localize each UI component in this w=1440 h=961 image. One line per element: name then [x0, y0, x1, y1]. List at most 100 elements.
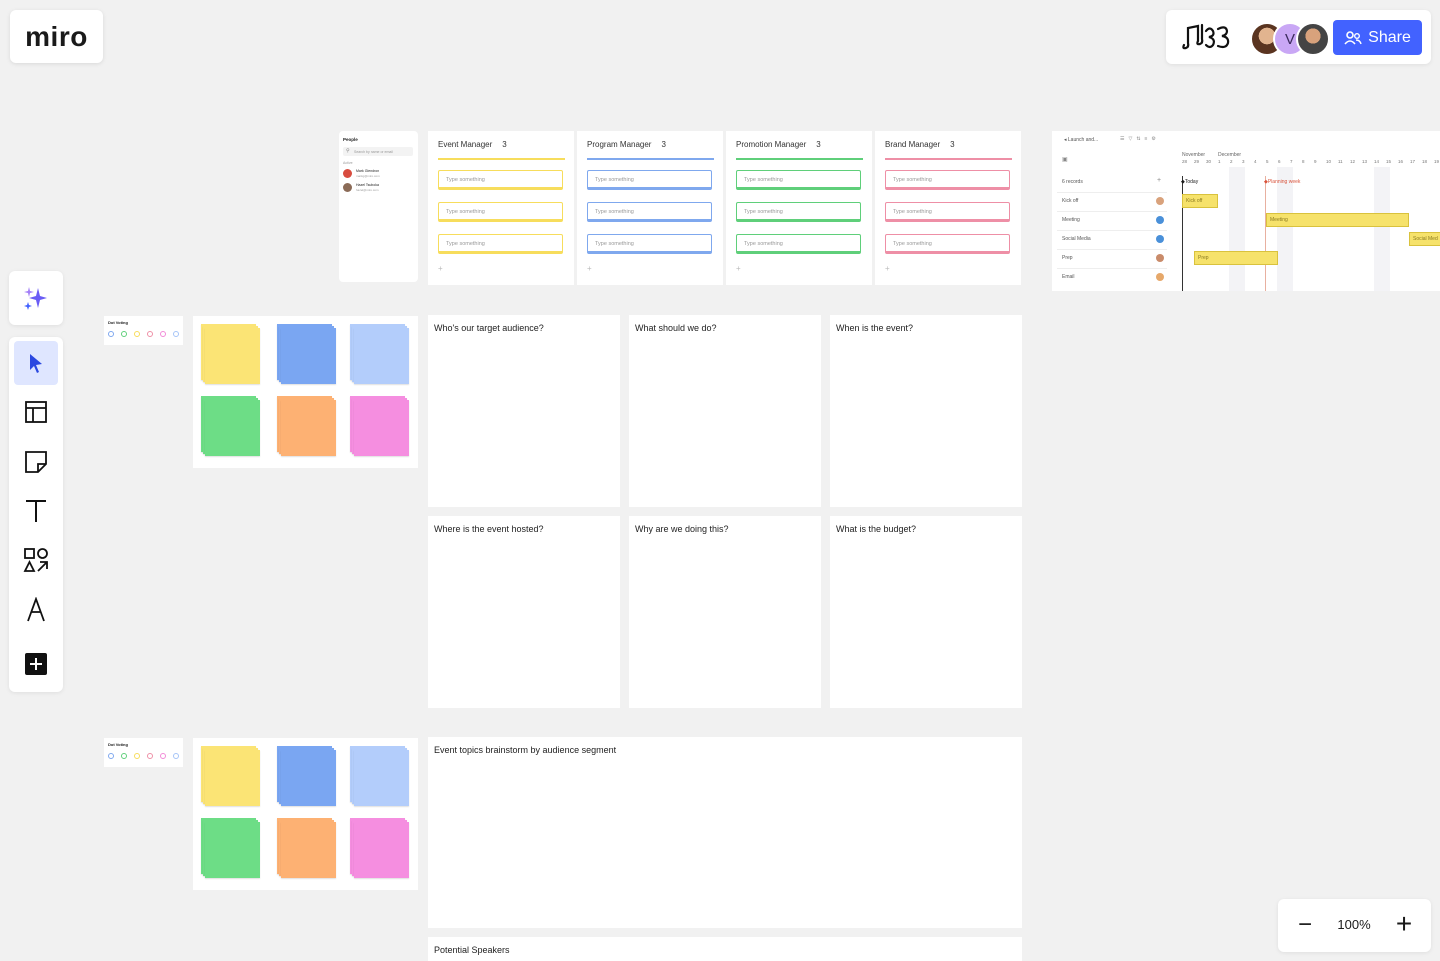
vote-dot[interactable] [173, 331, 179, 337]
sticky-stack[interactable] [201, 818, 261, 880]
timeline-row-label[interactable]: Meeting [1062, 217, 1166, 223]
person-row[interactable]: Hazel Tsuboka hazel@miro.com [343, 182, 415, 194]
vote-dot[interactable] [121, 753, 127, 759]
pen-icon[interactable] [14, 588, 58, 632]
kanban-column[interactable]: Brand Manager 3 Type something Type somethi… [875, 131, 1021, 285]
vote-dot[interactable] [160, 331, 166, 337]
zoom-out-button[interactable]: − [1294, 911, 1316, 939]
question-frame[interactable]: Who's our target audience? [428, 315, 620, 507]
day-label: 8 [1302, 159, 1305, 164]
kanban-column[interactable]: Event Manager 3 Type something Type somethi… [428, 131, 574, 285]
avatar-3[interactable] [1296, 22, 1330, 56]
zoom-level[interactable]: 100% [1334, 917, 1374, 932]
sticky-note-icon[interactable] [14, 440, 58, 484]
day-label: 18 [1422, 159, 1428, 164]
column-count: 3 [502, 140, 507, 149]
select-tool-icon[interactable] [14, 341, 58, 385]
kanban-column[interactable]: Promotion Manager 3 Type something Type som… [726, 131, 872, 285]
sticky-stack[interactable] [277, 324, 337, 386]
shapes-icon[interactable] [14, 538, 58, 582]
kanban-card[interactable]: Type something [885, 234, 1010, 254]
add-card-button[interactable]: + [885, 264, 890, 273]
timeline-bar[interactable]: Prep [1194, 251, 1278, 265]
vote-dot[interactable] [147, 331, 153, 337]
timeline-row-label[interactable]: Prep [1062, 255, 1166, 261]
kanban-column[interactable]: Program Manager 3 Type something Type somet… [577, 131, 723, 285]
share-button[interactable]: Share [1333, 20, 1422, 55]
day-label: 17 [1410, 159, 1416, 164]
kanban-card[interactable]: Type something [587, 202, 712, 222]
question-frame[interactable]: When is the event? [830, 315, 1022, 507]
question-frame[interactable]: Where is the event hosted? [428, 516, 620, 708]
templates-icon[interactable] [14, 390, 58, 434]
vote-dot[interactable] [134, 753, 140, 759]
add-more-icon[interactable] [14, 642, 58, 686]
kanban-card[interactable]: Type something [736, 202, 861, 222]
timeline-bar[interactable]: Social Med [1409, 232, 1440, 246]
sticky-stack[interactable] [350, 818, 410, 880]
timeline-toolbar-icons[interactable]: ☰▽⇅≡⚙ [1120, 136, 1160, 142]
vote-dot[interactable] [134, 331, 140, 337]
calendar-icon: ▣ [1062, 157, 1068, 163]
sticky-stacks [193, 738, 418, 890]
kanban-card[interactable]: Type something [736, 170, 861, 190]
miro-logo[interactable]: miro [10, 10, 103, 63]
brainstorm-frame[interactable]: Event topics brainstorm by audience segm… [428, 737, 1022, 928]
kanban-card[interactable]: Type something [438, 170, 563, 190]
vote-dot[interactable] [173, 753, 179, 759]
sticky-stack[interactable] [201, 324, 261, 386]
dot-voting-widget[interactable]: Dot Voting [104, 316, 183, 345]
timeline-row-label[interactable]: Email [1062, 274, 1166, 280]
column-count: 3 [950, 140, 955, 149]
timeline-row-label[interactable]: Kick off [1062, 198, 1166, 204]
music-notes-icon[interactable] [1180, 23, 1232, 51]
question-frame[interactable]: What is the budget? [830, 516, 1022, 708]
add-card-button[interactable]: + [438, 264, 443, 273]
week-shade [1277, 167, 1293, 291]
question-frame[interactable]: What should we do? [629, 315, 821, 507]
vote-dot[interactable] [108, 331, 114, 337]
people-search[interactable]: ⚲ Search by name or email [343, 147, 413, 156]
kanban-card[interactable]: Type something [438, 234, 563, 254]
sticky-stack[interactable] [350, 396, 410, 458]
milestone-label: Planning week [1267, 179, 1301, 185]
add-card-button[interactable]: + [587, 264, 592, 273]
question-frame[interactable]: Why are we doing this? [629, 516, 821, 708]
vote-dot[interactable] [121, 331, 127, 337]
column-header: Event Manager 3 [438, 140, 507, 149]
sticky-stack[interactable] [201, 746, 261, 808]
sticky-stack[interactable] [277, 396, 337, 458]
dot-voting-widget[interactable]: Dot Voting [104, 738, 183, 767]
timeline-title-text: Launch and... [1067, 137, 1099, 143]
timeline-row-label[interactable]: Social Media [1062, 236, 1166, 242]
kanban-card[interactable]: Type something [587, 170, 712, 190]
sticky-stack[interactable] [201, 396, 261, 458]
column-title: Program Manager [587, 140, 652, 149]
timeline-bar[interactable]: Kick off [1182, 194, 1218, 208]
sticky-stack[interactable] [350, 746, 410, 808]
speakers-frame[interactable]: Potential Speakers [428, 937, 1022, 961]
sticky-stack[interactable] [277, 818, 337, 880]
ai-sparkle-icon[interactable] [14, 276, 58, 320]
column-count: 3 [816, 140, 821, 149]
vote-dot[interactable] [147, 753, 153, 759]
timeline-bar[interactable]: Meeting [1266, 213, 1409, 227]
kanban-card[interactable]: Type something [438, 202, 563, 222]
add-record-icon[interactable]: + [1157, 177, 1161, 184]
frame-title: What should we do? [635, 323, 717, 333]
sticky-stack[interactable] [350, 324, 410, 386]
vote-dot[interactable] [160, 753, 166, 759]
kanban-card[interactable]: Type something [885, 202, 1010, 222]
search-placeholder: Search by name or email [354, 150, 393, 154]
kanban-card[interactable]: Type something [736, 234, 861, 254]
kanban-card[interactable]: Type something [885, 170, 1010, 190]
kanban-card[interactable]: Type something [587, 234, 712, 254]
zoom-in-button[interactable]: + [1392, 909, 1416, 939]
assignee-avatar [1156, 235, 1164, 243]
text-tool-icon[interactable] [14, 489, 58, 533]
person-row[interactable]: Mark Glendron markg@miro.com [343, 168, 415, 180]
day-label: 3 [1242, 159, 1245, 164]
sticky-stack[interactable] [277, 746, 337, 808]
add-card-button[interactable]: + [736, 264, 741, 273]
vote-dot[interactable] [108, 753, 114, 759]
